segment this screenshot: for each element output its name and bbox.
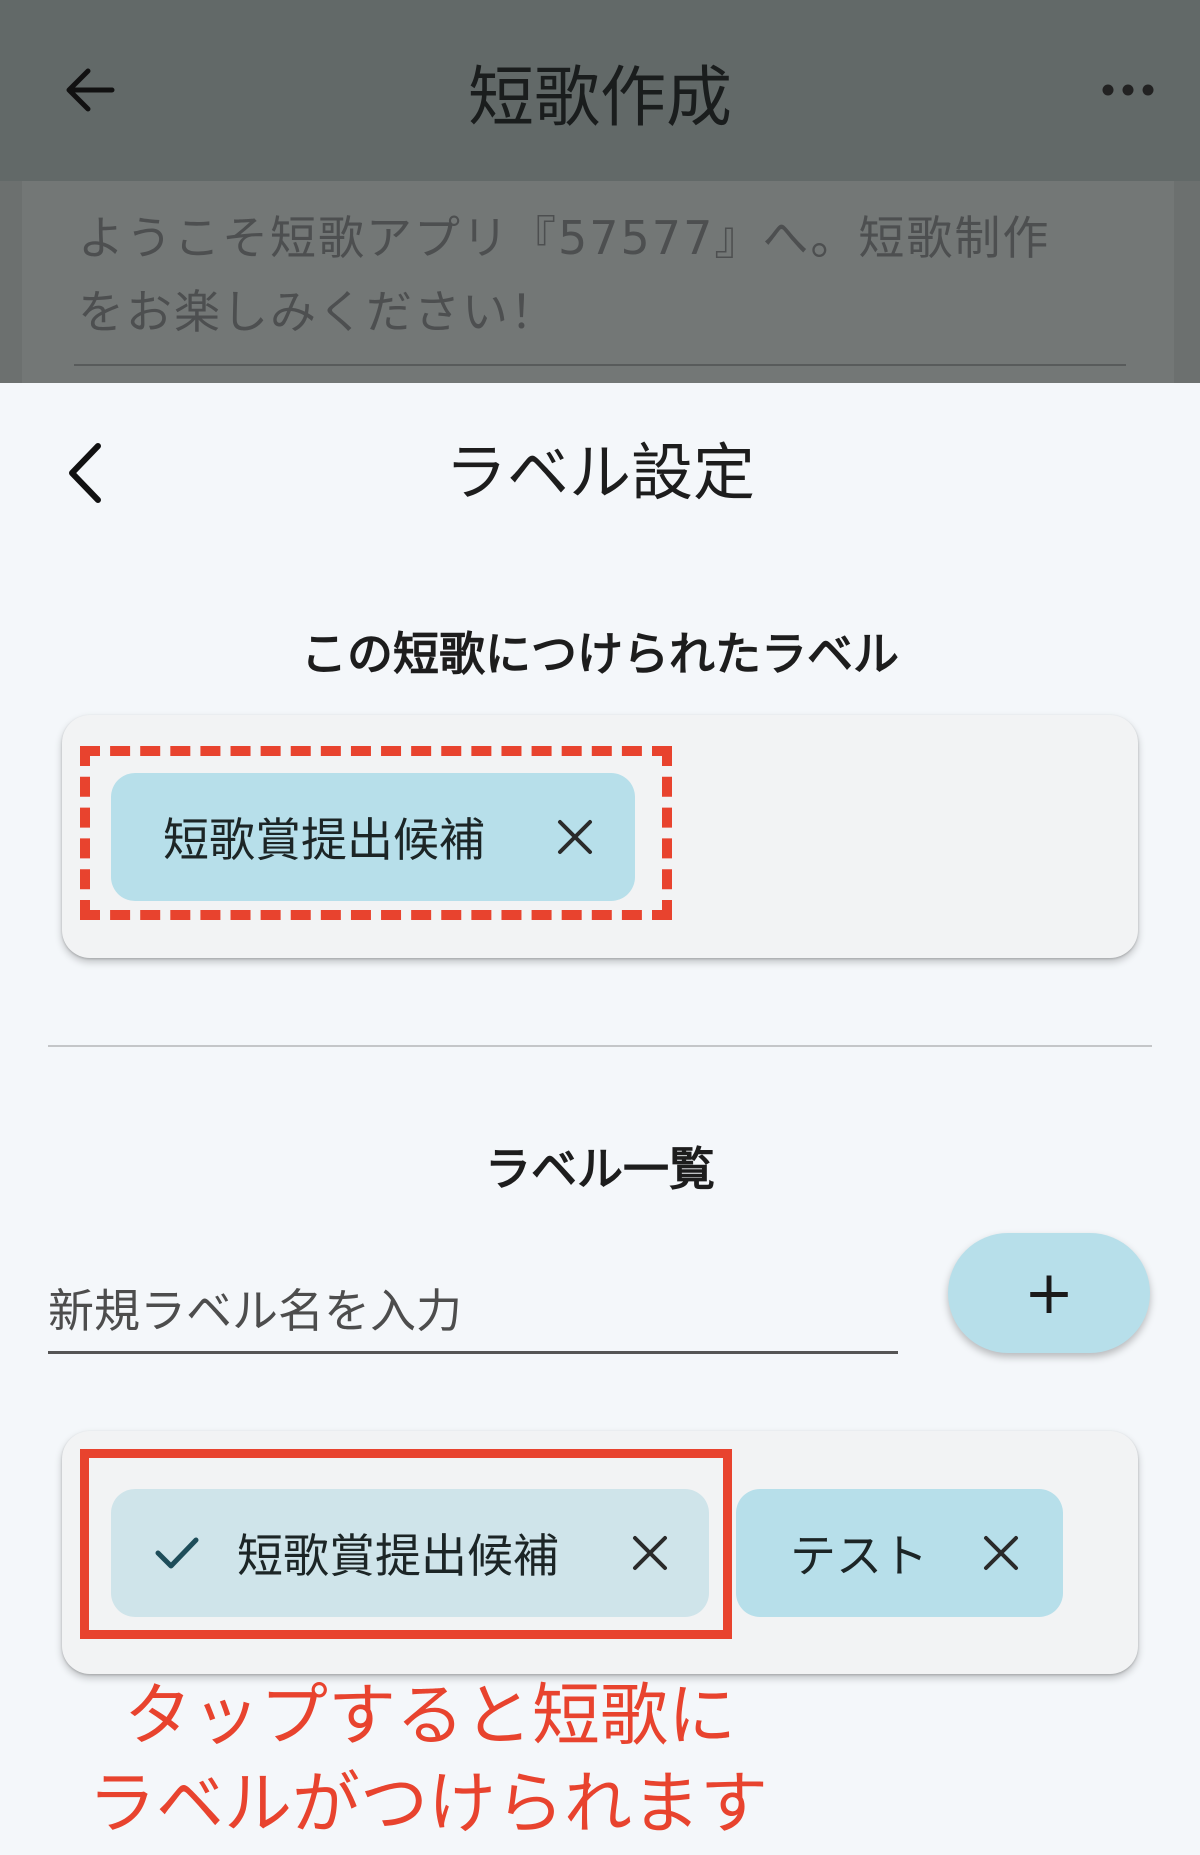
annotation-line-1: タップすると短歌に — [124, 1677, 737, 1756]
annotation-line-2: ラベルがつけられます — [88, 1765, 769, 1844]
label-list-chip[interactable]: テスト — [736, 1489, 1063, 1617]
sheet-title: ラベル設定 — [444, 436, 755, 509]
divider — [48, 1045, 1152, 1047]
add-label-button[interactable]: + — [948, 1233, 1150, 1353]
label-list-title: ラベル一覧 — [485, 1142, 715, 1196]
input-underline — [74, 364, 1126, 366]
label-settings-sheet: ラベル設定 この短歌につけられたラベル 短歌賞提出候補 ラベル一覧 + 短歌賞提… — [0, 383, 1200, 1855]
highlight-solid-box — [80, 1449, 732, 1639]
attached-labels-title: この短歌につけられたラベル — [301, 627, 899, 681]
annotation-text: タップすると短歌に ラベルがつけられます — [88, 1673, 888, 1849]
chip-label: テスト — [790, 1529, 928, 1583]
page-title: 短歌作成 — [468, 59, 732, 136]
close-icon[interactable] — [980, 1532, 1022, 1574]
highlight-dashed-box — [80, 746, 672, 920]
new-label-input[interactable] — [48, 1271, 898, 1354]
more-horizontal-icon[interactable] — [1098, 70, 1158, 110]
app-bar: 短歌作成 — [0, 0, 1200, 181]
tanka-editor-underlay: ようこそ短歌アプリ『57577』へ。短歌制作をお楽しみください！ — [0, 181, 1200, 383]
welcome-text: ようこそ短歌アプリ『57577』へ。短歌制作をお楽しみください！ — [78, 211, 1051, 339]
